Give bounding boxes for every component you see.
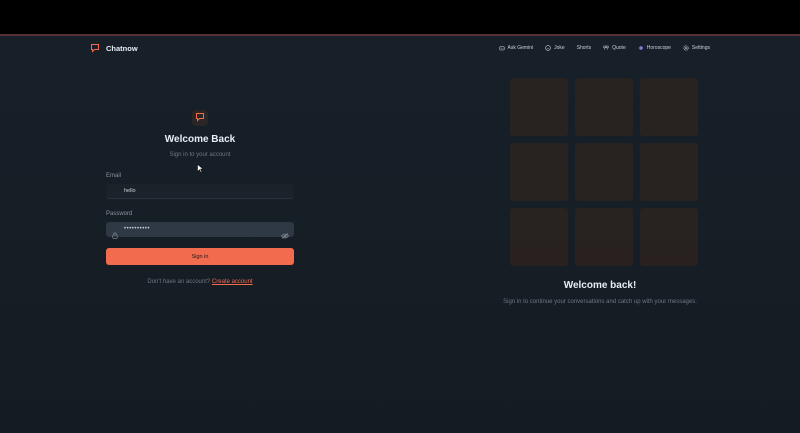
grid-tile: [640, 143, 698, 201]
password-field[interactable]: [106, 222, 294, 239]
nav-item-shorts[interactable]: Shorts: [577, 45, 591, 51]
gear-icon: [683, 45, 689, 51]
nav-item-horoscope[interactable]: Horoscope: [638, 45, 671, 51]
quote-icon: [603, 45, 609, 51]
mouse-cursor-icon: [197, 160, 204, 178]
nav-item-joke[interactable]: Joke: [545, 45, 565, 51]
email-field[interactable]: [106, 184, 294, 199]
create-account-link[interactable]: Create account: [212, 279, 253, 285]
brand-name: Chatnow: [106, 43, 138, 53]
grid-tile: [510, 208, 568, 266]
nav-label: Horoscope: [646, 45, 671, 51]
nav-item-ask-gemini[interactable]: Ask Gemini: [499, 45, 534, 51]
hero-subtitle: Sign in to continue your conversations a…: [503, 299, 697, 305]
smile-icon: [545, 45, 551, 51]
logo-box: [192, 110, 208, 126]
login-title: Welcome Back: [164, 134, 236, 145]
email-input[interactable]: [124, 186, 284, 196]
grid-tile: [640, 78, 698, 136]
password-label: Password: [106, 211, 133, 217]
no-account-text: Don't have an account?: [147, 279, 211, 285]
hero-tile-grid: [510, 78, 698, 266]
navbar: Chatnow Ask Gemini Joke Shorts Quote Hor…: [0, 36, 800, 62]
robot-icon: [499, 45, 505, 51]
browser-top-bar: [0, 0, 800, 34]
grid-tile: [510, 78, 568, 136]
eye-off-icon[interactable]: [281, 226, 289, 244]
brand[interactable]: Chatnow: [90, 43, 138, 53]
grid-tile: [575, 143, 633, 201]
nav-links: Ask Gemini Joke Shorts Quote Horoscope S…: [499, 45, 710, 51]
login-subtitle: Sign in to your account: [169, 152, 231, 158]
nav-label: Ask Gemini: [507, 45, 534, 51]
chat-bubble-icon: [90, 43, 100, 53]
signup-prompt: Don't have an account? Create account: [106, 279, 294, 285]
planet-icon: [638, 45, 644, 51]
grid-tile: [510, 143, 568, 201]
nav-item-quote[interactable]: Quote: [603, 45, 626, 51]
nav-label: Joke: [554, 45, 565, 51]
password-input[interactable]: [124, 224, 274, 234]
nav-label: Quote: [612, 45, 626, 51]
hero-title: Welcome back!: [563, 280, 637, 291]
sign-in-button[interactable]: Sign in: [106, 248, 294, 265]
lock-icon: [112, 226, 118, 244]
grid-tile: [575, 208, 633, 266]
email-label: Email: [106, 173, 122, 179]
chat-bubble-icon: [195, 109, 205, 127]
grid-tile: [575, 78, 633, 136]
nav-label: Shorts: [576, 45, 592, 51]
nav-item-settings[interactable]: Settings: [683, 45, 710, 51]
grid-tile: [640, 208, 698, 266]
nav-label: Settings: [691, 45, 710, 51]
